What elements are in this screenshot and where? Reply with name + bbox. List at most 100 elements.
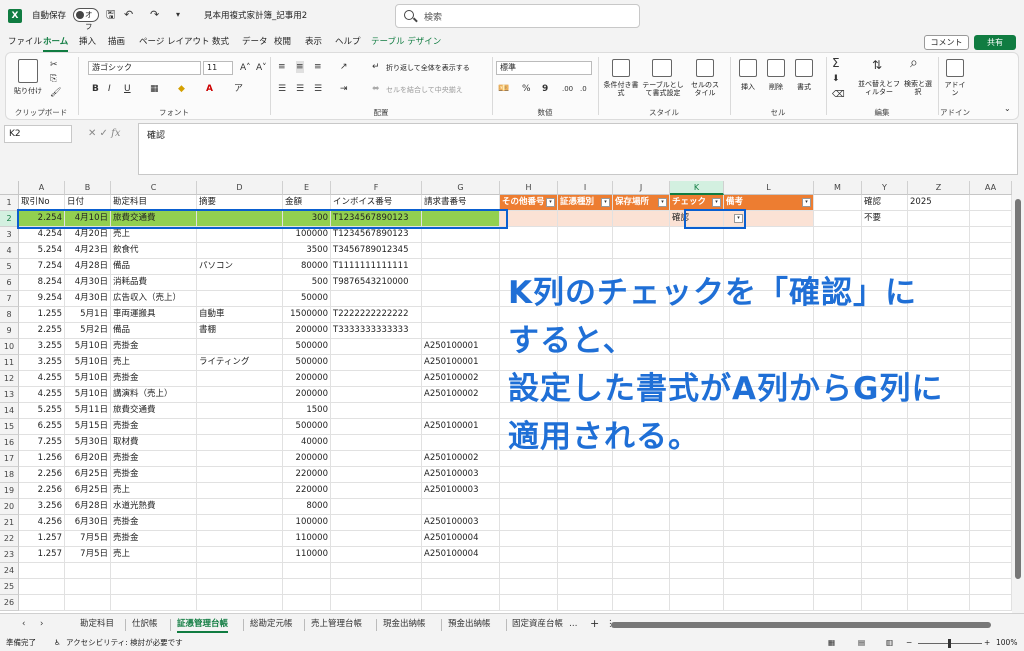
column-header-z[interactable]: Z — [908, 181, 970, 195]
delete-cells-button[interactable]: 削除 — [762, 83, 790, 91]
table-cell[interactable] — [422, 403, 500, 419]
table-cell[interactable]: 売掛金 — [111, 467, 197, 483]
indent-icon[interactable]: ⇥ — [340, 83, 348, 95]
table-cell[interactable]: A250100001 — [422, 355, 500, 371]
accessibility-icon[interactable]: ♿ — [54, 635, 61, 651]
table-cell[interactable] — [970, 227, 1012, 243]
table-cell[interactable] — [814, 467, 862, 483]
filter-dropdown-icon[interactable]: ▾ — [712, 198, 721, 207]
insert-cells-button[interactable]: 挿入 — [734, 83, 762, 91]
table-cell[interactable] — [814, 243, 862, 259]
table-cell[interactable]: 1500 — [283, 403, 331, 419]
table-cell[interactable]: 5月2日 — [65, 323, 111, 339]
merge-center-button[interactable]: セルを結合して中央揃え — [386, 86, 463, 94]
table-cell[interactable] — [670, 595, 724, 611]
table-cell[interactable] — [670, 243, 724, 259]
table-cell[interactable] — [613, 531, 670, 547]
table-cell[interactable] — [331, 483, 422, 499]
row-header[interactable]: 21 — [0, 515, 19, 531]
cell-styles-icon[interactable] — [696, 59, 714, 77]
table-cell[interactable] — [331, 435, 422, 451]
table-cell[interactable] — [500, 595, 558, 611]
table-cell[interactable]: T3456789012345 — [331, 243, 422, 259]
align-top-icon[interactable]: ≡ — [278, 61, 286, 73]
table-cell[interactable]: 5月30日 — [65, 435, 111, 451]
filter-dropdown-icon[interactable]: ▾ — [601, 198, 610, 207]
customize-qat-icon[interactable]: ▾ — [176, 8, 180, 22]
table-cell[interactable]: 7月5日 — [65, 531, 111, 547]
table-cell[interactable] — [908, 515, 970, 531]
table-cell[interactable]: 5.255 — [19, 403, 65, 419]
table-cell[interactable] — [670, 515, 724, 531]
row-header[interactable]: 17 — [0, 451, 19, 467]
table-cell[interactable]: A250100003 — [422, 515, 500, 531]
decrease-decimal-icon[interactable]: .0 — [580, 83, 587, 95]
table-cell[interactable] — [197, 403, 283, 419]
table-cell[interactable]: 9.254 — [19, 291, 65, 307]
table-cell[interactable] — [814, 563, 862, 579]
table-cell[interactable]: 4.254 — [19, 227, 65, 243]
table-cell[interactable] — [670, 483, 724, 499]
sheet-tab-general-ledger[interactable]: 総勘定元帳 — [250, 617, 293, 631]
table-cell[interactable] — [331, 499, 422, 515]
table-cell[interactable] — [558, 515, 613, 531]
table-cell[interactable] — [111, 595, 197, 611]
align-center-icon[interactable]: ☰ — [296, 83, 304, 95]
table-cell[interactable] — [197, 419, 283, 435]
table-cell[interactable]: 書棚 — [197, 323, 283, 339]
table-cell[interactable]: 200000 — [283, 371, 331, 387]
table-cell[interactable] — [613, 547, 670, 563]
table-cell[interactable] — [197, 227, 283, 243]
row-header[interactable]: 9 — [0, 323, 19, 339]
table-cell[interactable]: 売上 — [111, 483, 197, 499]
table-cell[interactable] — [331, 515, 422, 531]
table-cell[interactable] — [197, 499, 283, 515]
tab-page-layout[interactable]: ページ レイアウト — [139, 36, 210, 48]
table-cell[interactable]: 1.257 — [19, 547, 65, 563]
table-cell[interactable] — [613, 227, 670, 243]
column-header-g[interactable]: G — [422, 181, 500, 195]
table-cell[interactable] — [814, 211, 862, 227]
table-cell[interactable] — [331, 403, 422, 419]
table-cell[interactable] — [613, 467, 670, 483]
table-cell[interactable] — [724, 515, 814, 531]
orientation-icon[interactable]: ↗ — [340, 61, 348, 73]
table-cell[interactable]: 4月20日 — [65, 227, 111, 243]
row-header[interactable]: 10 — [0, 339, 19, 355]
table-cell[interactable] — [558, 531, 613, 547]
fill-icon[interactable]: ⬇ — [832, 73, 840, 85]
table-cell[interactable] — [613, 515, 670, 531]
table-cell[interactable] — [724, 563, 814, 579]
accounting-format-icon[interactable]: 💴 — [498, 83, 509, 95]
sheet-tab-accounts[interactable]: 勘定科目 — [80, 617, 114, 631]
table-cell[interactable]: 50000 — [283, 291, 331, 307]
table-cell[interactable]: 1.256 — [19, 451, 65, 467]
column-header-j[interactable]: J — [613, 181, 670, 195]
table-cell[interactable]: 500000 — [283, 355, 331, 371]
table-cell[interactable] — [862, 547, 908, 563]
percent-icon[interactable]: % — [522, 83, 531, 95]
conditional-format-icon[interactable] — [612, 59, 630, 77]
filter-dropdown-icon[interactable]: ▾ — [658, 198, 667, 207]
table-cell[interactable] — [814, 579, 862, 595]
row-header[interactable]: 6 — [0, 275, 19, 291]
add-sheet-icon[interactable]: + — [590, 617, 599, 630]
table-cell[interactable] — [970, 531, 1012, 547]
delete-cells-icon[interactable] — [767, 59, 785, 77]
row-header[interactable]: 23 — [0, 547, 19, 563]
table-cell[interactable]: 2.256 — [19, 483, 65, 499]
header-cell[interactable] — [814, 195, 862, 211]
table-cell[interactable] — [331, 291, 422, 307]
table-cell[interactable] — [500, 243, 558, 259]
row-header[interactable]: 19 — [0, 483, 19, 499]
table-cell[interactable] — [197, 275, 283, 291]
table-cell[interactable]: T2222222222222 — [331, 307, 422, 323]
increase-font-icon[interactable]: A˄ — [240, 62, 251, 74]
number-format-select[interactable]: 標準 — [496, 61, 592, 75]
vertical-scroll-thumb[interactable] — [1015, 199, 1021, 579]
page-break-view-icon[interactable]: ▥ — [886, 635, 893, 651]
table-cell[interactable] — [558, 579, 613, 595]
table-cell[interactable] — [500, 579, 558, 595]
table-cell[interactable]: T9876543210000 — [331, 275, 422, 291]
table-cell[interactable] — [111, 563, 197, 579]
